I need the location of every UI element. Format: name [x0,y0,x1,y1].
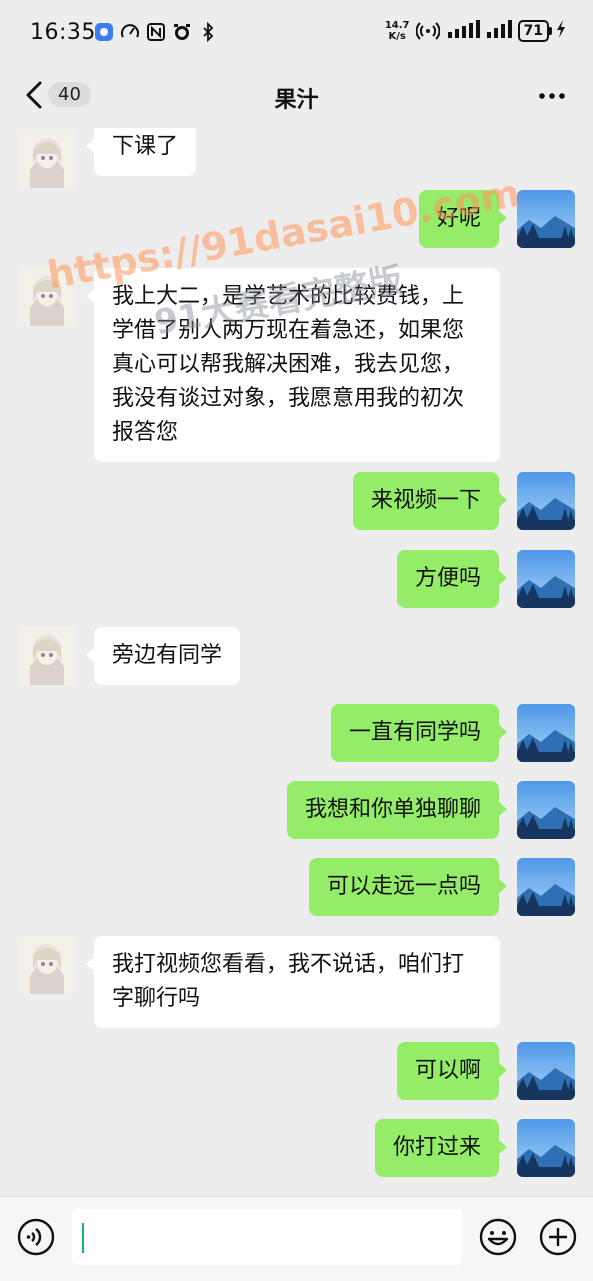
self-avatar[interactable] [517,1042,575,1100]
self-avatar[interactable] [517,472,575,530]
message-bubble-received[interactable]: 旁边有同学 [85,627,241,685]
contact-avatar[interactable] [18,130,76,188]
signal-strength-icon [446,18,480,43]
message-bubble-received[interactable]: 下课了 [85,128,197,176]
battery-level: 71 [517,19,553,42]
contact-avatar[interactable] [18,936,76,994]
status-right: 14.7 K/s 71 [385,18,567,43]
status-app-icons [94,22,218,42]
self-avatar[interactable] [517,550,575,608]
message-bubble-sent[interactable]: 一直有同学吗 [330,704,508,762]
status-bar: 16:35 14.7 K/s 71 [0,0,593,66]
self-avatar[interactable] [517,858,575,916]
network-speed-value: 14.7 [384,19,410,31]
alarm-icon [172,22,192,42]
bluetooth-icon [198,22,218,42]
charging-icon [555,19,567,42]
message-input[interactable] [72,1209,462,1265]
self-avatar[interactable] [517,190,575,248]
chat-header: 40 果汁 [0,66,593,128]
nfc-icon [146,22,166,42]
message-bubble-sent[interactable]: 可以啊 [396,1042,508,1100]
contact-avatar[interactable] [18,627,76,685]
self-avatar[interactable] [517,704,575,762]
status-time: 16:35 [30,20,96,45]
voice-input-icon[interactable] [16,1217,56,1257]
network-speed-unit: K/s [388,30,406,42]
app-notification-icon [94,22,114,42]
message-bubble-sent[interactable]: 可以走远一点吗 [308,858,508,916]
message-bubble-sent[interactable]: 来视频一下 [352,472,508,530]
emoji-icon[interactable] [478,1217,518,1257]
input-bar [0,1196,593,1281]
message-list[interactable]: 下课了 好呢 我上大二，是学艺术的比较费钱，上学借了别人两万现在着急还，如果您真… [0,128,593,1196]
message-bubble-received[interactable]: 我打视频您看看，我不说话，咱们打字聊行吗 [86,936,500,1028]
self-avatar[interactable] [517,1119,575,1177]
message-bubble-sent[interactable]: 方便吗 [396,550,508,608]
text-cursor [82,1223,84,1253]
message-bubble-sent[interactable]: 你打过来 [374,1119,508,1177]
chat-title: 果汁 [274,88,319,113]
signal-strength-2-icon [486,18,512,43]
message-bubble-sent[interactable]: 我想和你单独聊聊 [286,781,508,839]
hotspot-icon [415,18,440,43]
self-avatar[interactable] [517,781,575,839]
speedometer-icon [120,22,140,42]
more-options-icon[interactable] [537,80,567,117]
more-functions-plus-icon[interactable] [538,1217,578,1257]
network-speed: 14.7 K/s [385,20,410,42]
